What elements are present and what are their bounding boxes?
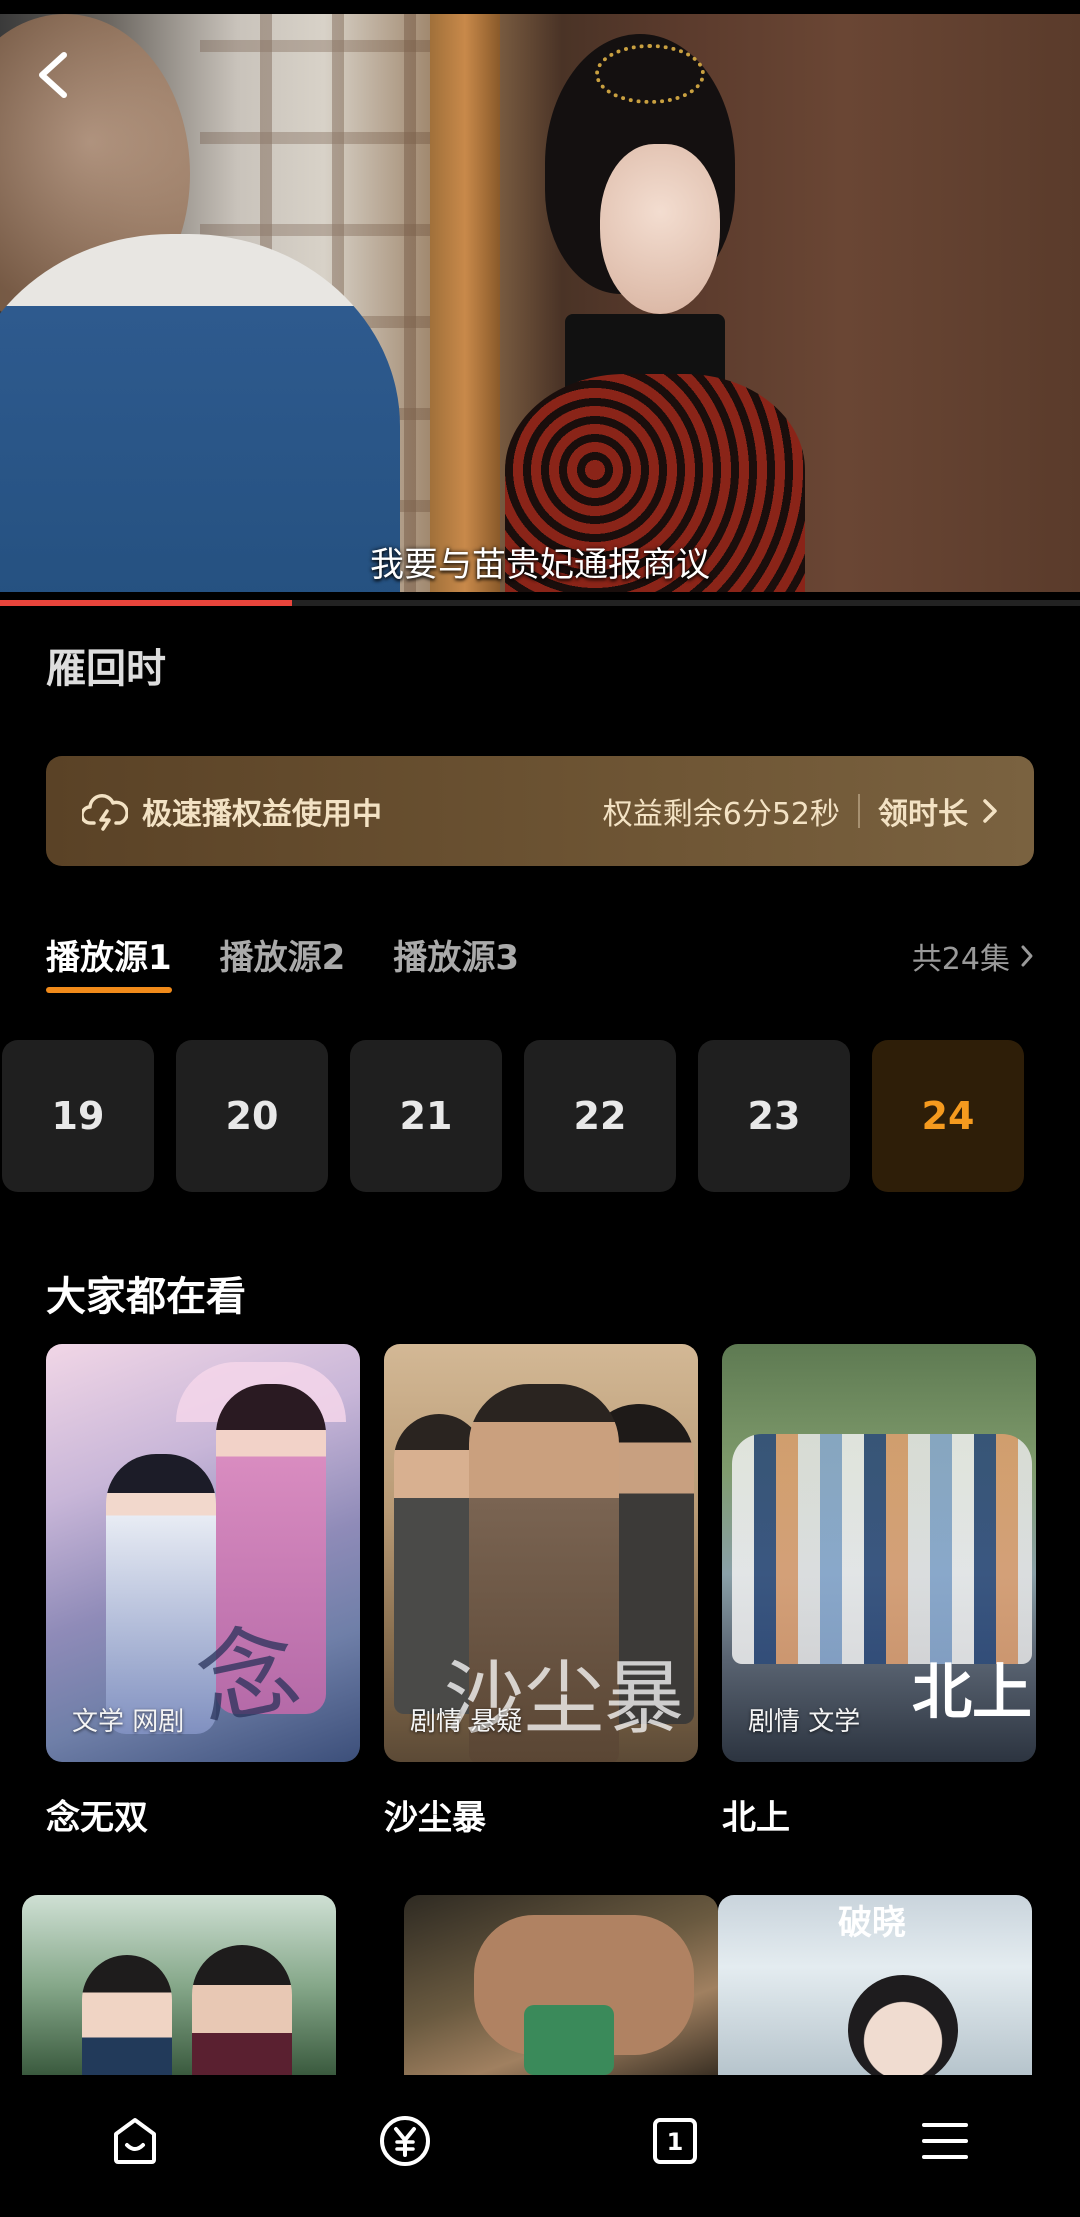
tab-source-1[interactable]: 播放源1 <box>46 930 172 993</box>
recommendation-card[interactable]: 沙尘暴 剧情 悬疑 沙尘暴 <box>384 1344 698 1839</box>
home-icon <box>114 2118 156 2164</box>
episode-button[interactable]: 22 <box>524 1040 676 1192</box>
chevron-right-icon <box>1021 945 1033 967</box>
video-frame-pillar <box>430 14 500 592</box>
recommendation-poster[interactable]: 破晓 <box>718 1895 1032 2075</box>
tab-source-3[interactable]: 播放源3 <box>393 930 519 979</box>
nav-tabs-button[interactable]: 1 <box>635 2101 715 2181</box>
poster-tags: 剧情 悬疑 <box>410 1707 523 1737</box>
recommendation-row: 念 文学 网剧 念无双 沙尘暴 剧情 悬疑 沙尘暴 北上 剧情 文学 北上 <box>46 1344 1036 1839</box>
chevron-left-icon <box>39 52 67 98</box>
recommendation-name: 沙尘暴 <box>384 1798 486 1838</box>
nav-vip-button[interactable] <box>365 2101 445 2181</box>
cloud-lightning-icon <box>82 794 128 831</box>
poster-text: 破晓 <box>838 1903 906 1943</box>
speed-boost-banner[interactable]: 极速播权益使用中 权益剩余6分52秒 领时长 <box>46 756 1034 866</box>
video-frame-figure <box>505 34 805 592</box>
recommendation-card[interactable]: 念 文学 网剧 念无双 <box>46 1344 360 1839</box>
recommendation-card[interactable]: 北上 剧情 文学 北上 <box>722 1344 1036 1839</box>
back-button[interactable] <box>28 50 78 100</box>
show-title: 雁回时 <box>46 646 166 692</box>
video-progress-fill <box>0 600 292 606</box>
poster-tags: 剧情 文学 <box>748 1707 861 1737</box>
video-progress-bar[interactable] <box>0 600 1080 606</box>
episode-count: 共24集 <box>911 942 1010 977</box>
episode-button[interactable]: 20 <box>176 1040 328 1192</box>
bottom-navigation: 1 <box>0 2075 1080 2217</box>
episode-button[interactable]: 21 <box>350 1040 502 1192</box>
recommendation-poster[interactable] <box>22 1895 336 2075</box>
recommendation-name: 北上 <box>722 1798 790 1838</box>
recommendation-name: 念无双 <box>46 1798 148 1838</box>
episode-button[interactable]: 23 <box>698 1040 850 1192</box>
claim-time-label: 领时长 <box>878 797 968 832</box>
chevron-right-icon <box>983 799 997 823</box>
nav-menu-button[interactable] <box>905 2101 985 2181</box>
episode-button[interactable]: 24 <box>872 1040 1024 1192</box>
video-subtitle: 我要与苗贵妃通报商议 <box>370 545 710 585</box>
divider <box>858 794 860 828</box>
poster-image: 沙尘暴 剧情 悬疑 <box>384 1344 698 1762</box>
recommendation-poster[interactable] <box>404 1895 718 2075</box>
speed-boost-label: 极速播权益使用中 <box>142 797 382 832</box>
poster-tags: 文学 网剧 <box>72 1707 185 1737</box>
episode-list: 19 20 21 22 23 24 <box>2 1040 1024 1192</box>
poster-image: 北上 剧情 文学 <box>722 1344 1036 1762</box>
yuan-icon <box>380 2116 430 2166</box>
all-episodes-link[interactable]: 共24集 <box>912 934 1034 978</box>
section-title: 大家都在看 <box>46 1274 246 1320</box>
poster-text: 北上 <box>912 1658 1032 1728</box>
nav-home-button[interactable] <box>95 2101 175 2181</box>
claim-time-button[interactable]: 领时长 <box>878 789 998 833</box>
tab-count: 1 <box>667 2128 684 2156</box>
source-tabs: 播放源1 播放源2 播放源3 共24集 <box>46 930 1034 993</box>
recommendation-row: 破晓 <box>22 1895 1062 2075</box>
speed-boost-remaining: 权益剩余6分52秒 <box>602 797 840 832</box>
tab-count-icon: 1 <box>653 2118 697 2164</box>
menu-icon <box>922 2123 968 2159</box>
tab-source-2[interactable]: 播放源2 <box>220 930 346 979</box>
episode-button[interactable]: 19 <box>2 1040 154 1192</box>
poster-image: 念 文学 网剧 <box>46 1344 360 1762</box>
video-player[interactable]: 我要与苗贵妃通报商议 <box>0 14 1080 592</box>
